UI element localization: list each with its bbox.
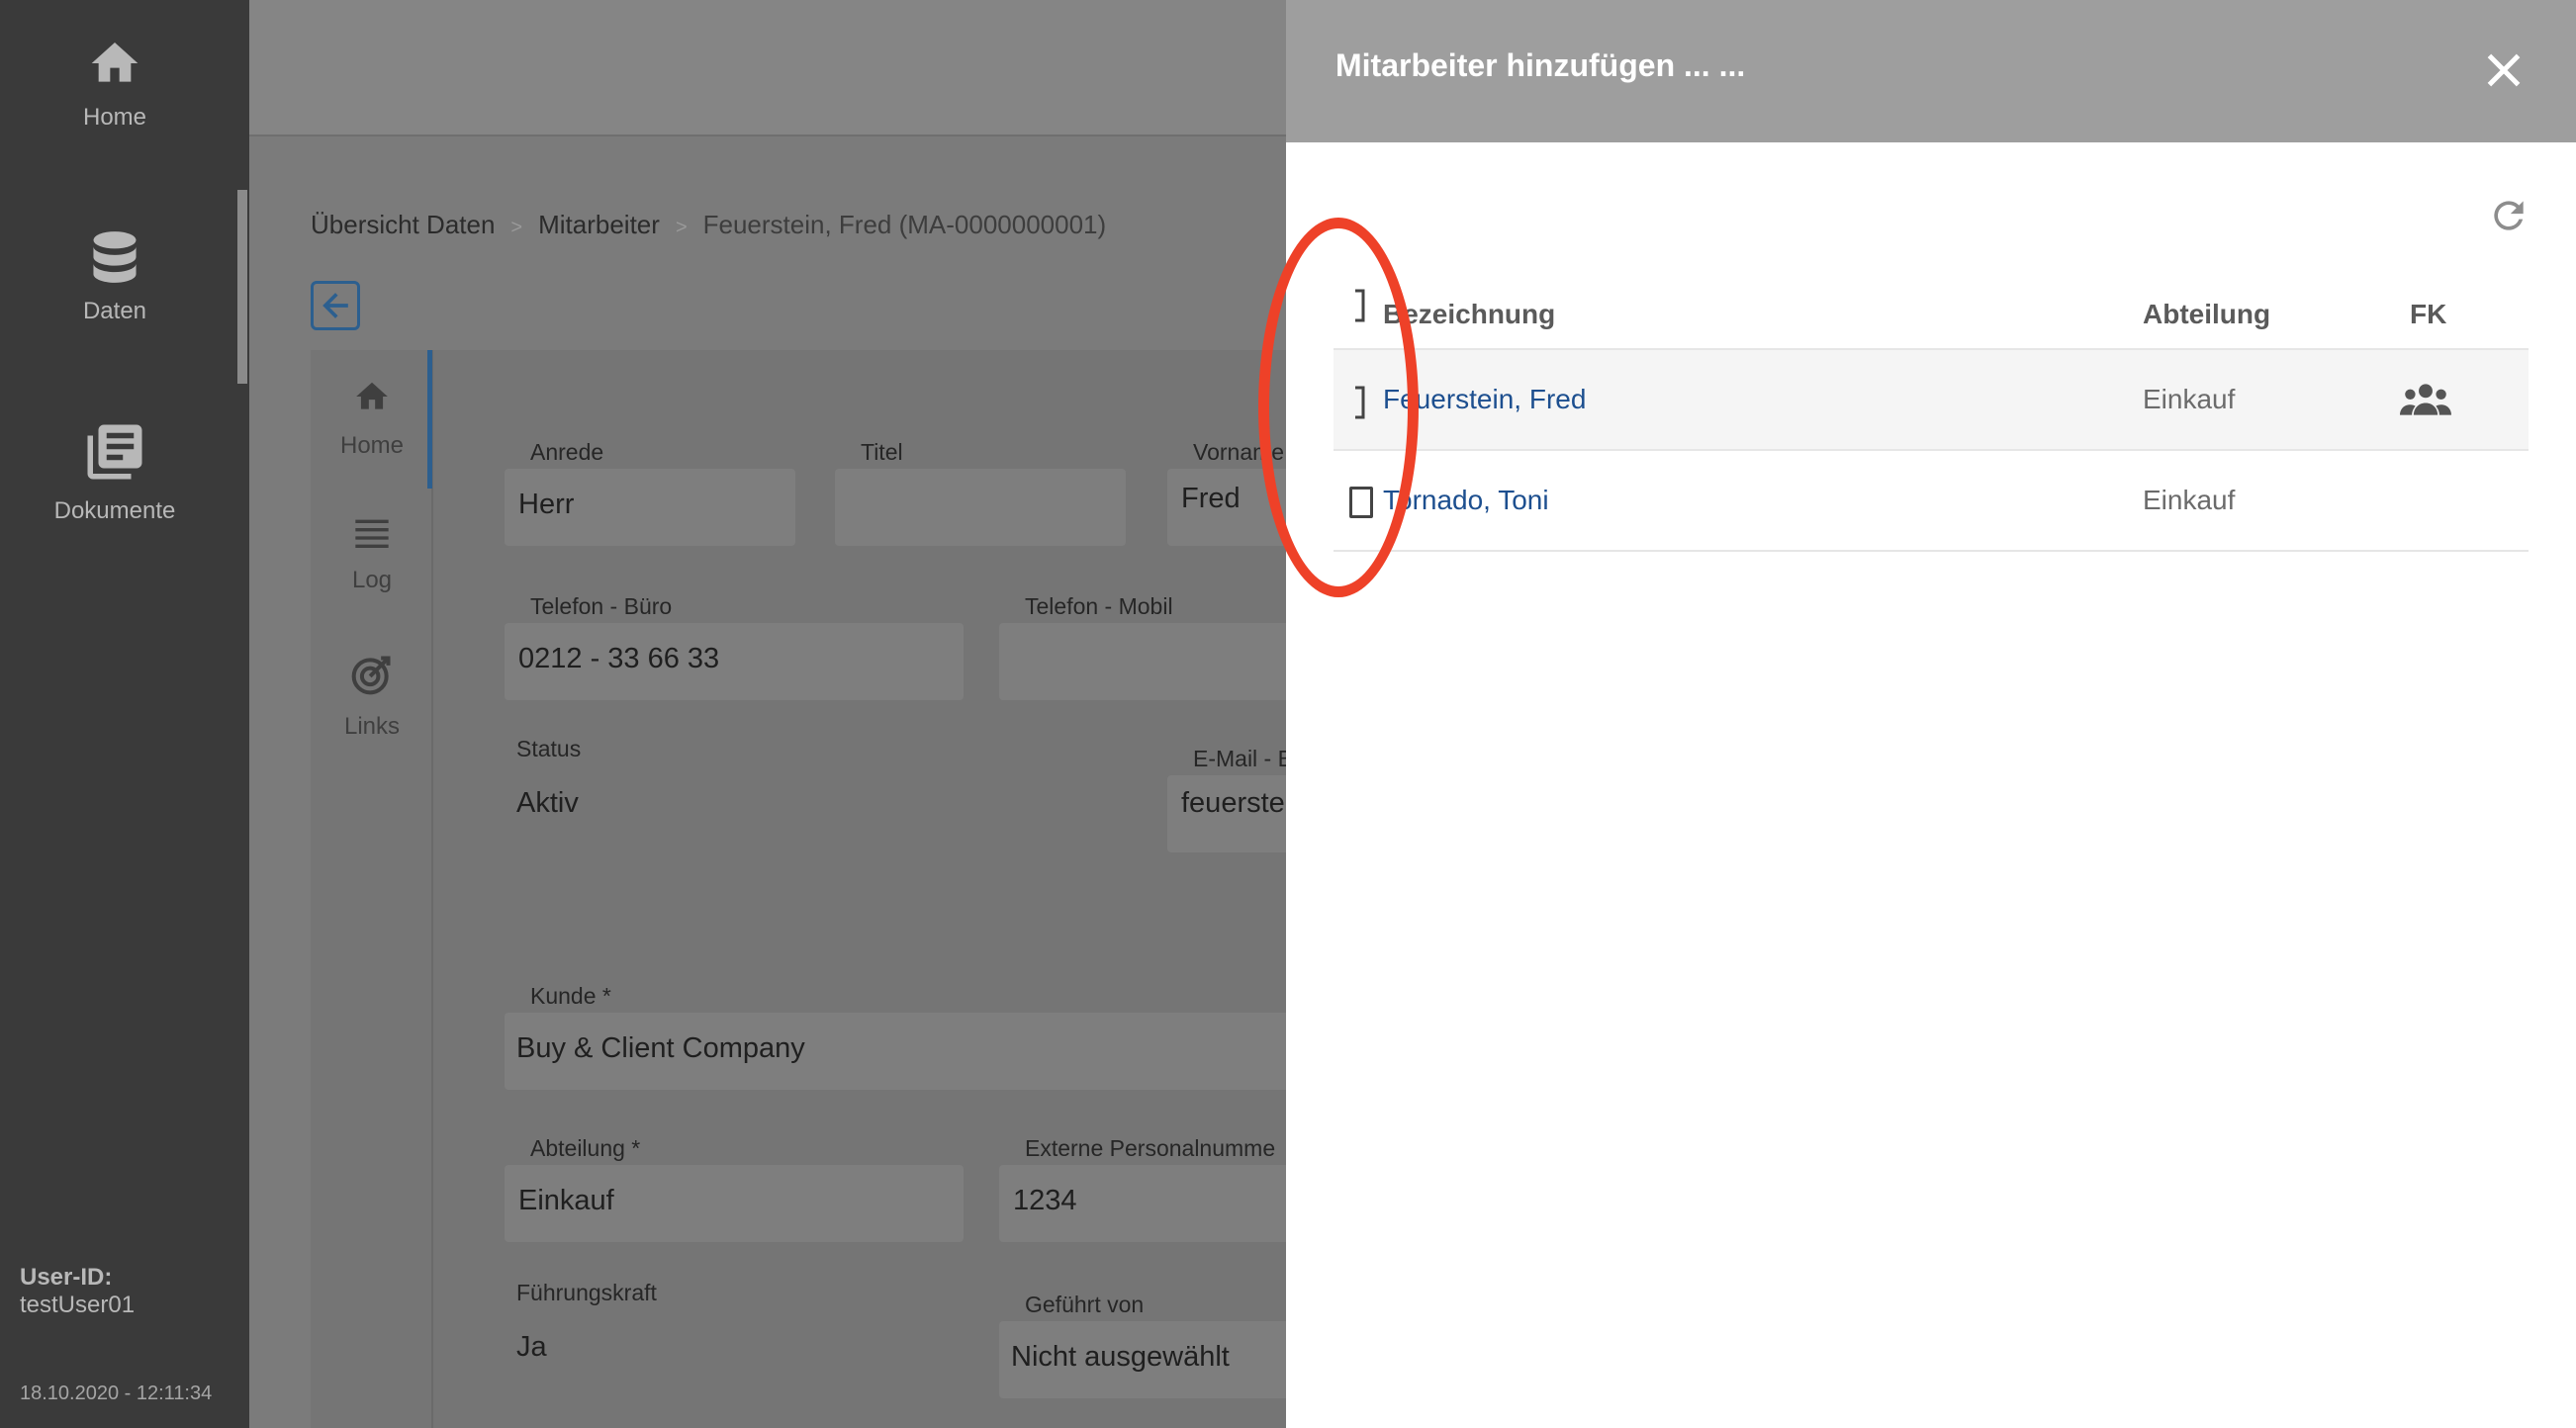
sidebar-scrollbar[interactable] (237, 190, 247, 384)
nav-item-label: Home (82, 104, 147, 131)
user-id-value: testUser01 (20, 1292, 136, 1318)
refresh-icon (2494, 201, 2524, 230)
nav-item-daten[interactable]: Daten (0, 229, 230, 325)
close-button[interactable] (2479, 45, 2529, 95)
breadcrumb-separator: > (675, 217, 688, 238)
close-icon (2487, 53, 2521, 87)
user-info: User-ID: testUser01 (20, 1264, 135, 1319)
documents-icon (87, 424, 142, 480)
employee-department: Einkauf (2143, 384, 2236, 414)
main-content: Übersicht Daten > Mitarbeiter > Feuerstein, … (249, 0, 1286, 1428)
table-row[interactable]: Feuerstein, Fred Einkauf (1334, 350, 2529, 451)
user-id-label: User-ID: (20, 1264, 113, 1291)
breadcrumb-separator: > (510, 217, 523, 238)
subnav-label: Home (339, 432, 405, 459)
home-icon (91, 43, 138, 82)
breadcrumb-item-current: Feuerstein, Fred (MA-0000000001) (702, 210, 1107, 239)
target-icon (351, 656, 391, 695)
refresh-button[interactable] (2487, 194, 2530, 237)
subnav-active-indicator (427, 350, 432, 489)
nav-item-label: Dokumente (53, 497, 176, 524)
table-header: Bezeichnung Abteilung FK (1334, 285, 2529, 350)
subnav-item-log[interactable]: Log (311, 516, 433, 594)
table-row[interactable]: Tornado, Toni Einkauf (1334, 451, 2529, 552)
main-sidebar: Home Daten Dokumente User-ID: testUser01… (0, 0, 249, 1428)
detail-subnav: Home Log Links (311, 350, 433, 1428)
drawer-title: Mitarbeiter hinzufügen ... ... (1335, 47, 1746, 83)
arrow-left-icon (322, 293, 348, 318)
back-button[interactable] (311, 281, 360, 330)
nav-item-dokumente[interactable]: Dokumente (0, 419, 230, 525)
employee-table: Bezeichnung Abteilung FK Feuerstein, Fre… (1334, 285, 2529, 552)
home-icon (356, 382, 388, 409)
breadcrumb-item-mitarbeiter[interactable]: Mitarbeiter (538, 210, 660, 239)
subnav-label: Links (343, 713, 401, 740)
timestamp: 18.10.2020 - 12:11:34 (20, 1383, 213, 1404)
top-bar (249, 0, 1286, 136)
nav-item-home[interactable]: Home (0, 36, 230, 132)
annotation-ellipse (1258, 218, 1419, 597)
subnav-item-home[interactable]: Home (311, 378, 433, 460)
subnav-label: Log (351, 567, 393, 593)
subnav-item-links[interactable]: Links (311, 653, 433, 741)
column-header-fk[interactable]: FK (2410, 299, 2446, 330)
list-icon (355, 519, 389, 548)
breadcrumb-item-overview[interactable]: Übersicht Daten (311, 210, 495, 239)
breadcrumb: Übersicht Daten > Mitarbeiter > Feuerstein, … (311, 210, 1106, 240)
column-header-abteilung[interactable]: Abteilung (2143, 299, 2270, 330)
employee-department: Einkauf (2143, 485, 2236, 515)
drawer-header: Mitarbeiter hinzufügen ... ... (1286, 0, 2576, 142)
add-employee-drawer: Mitarbeiter hinzufügen ... ... Bezeichnu… (1286, 0, 2576, 1428)
nav-item-label: Daten (82, 298, 147, 324)
group-icon (2400, 384, 2451, 415)
detail-card: Home Log Links Anrede Herr Titel Vorname… (311, 350, 1286, 1428)
database-icon (93, 231, 137, 283)
